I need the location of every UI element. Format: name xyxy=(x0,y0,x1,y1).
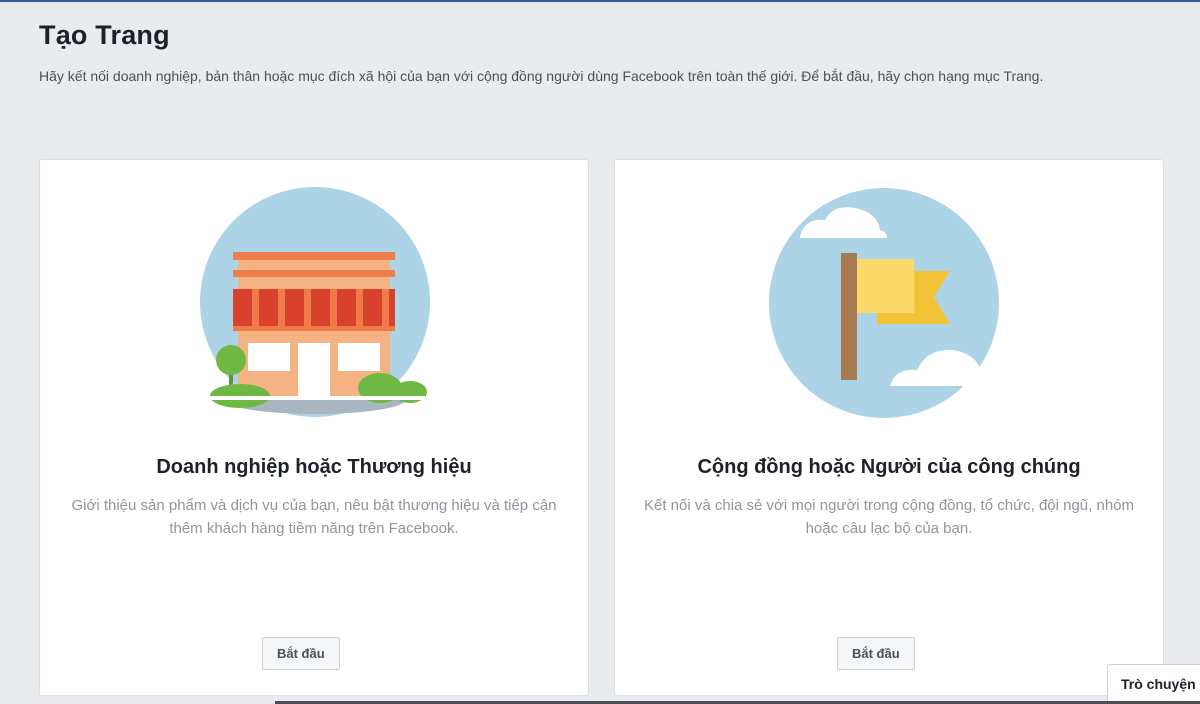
business-brand-card[interactable]: Doanh nghiệp hoặc Thương hiệu Giới thiệu… xyxy=(39,159,589,696)
page-title: Tạo Trang xyxy=(39,20,170,50)
card-title: Cộng đồng hoặc Người của công chúng xyxy=(697,456,1081,478)
flag-icon xyxy=(769,188,1011,418)
community-public-figure-card[interactable]: Cộng đồng hoặc Người của công chúng Kết … xyxy=(614,159,1164,696)
chat-tab-label: Trò chuyện xyxy=(1121,676,1196,692)
chat-tab[interactable]: Trò chuyện xyxy=(1107,664,1200,704)
community-start-button[interactable]: Bắt đầu xyxy=(837,637,915,670)
card-description: Kết nối và chia sẻ với mọi người trong c… xyxy=(643,497,1135,537)
top-accent-bar xyxy=(0,0,1200,2)
business-start-button[interactable]: Bắt đầu xyxy=(262,637,340,670)
card-description: Giới thiệu sản phẩm và dịch vụ của bạn, … xyxy=(71,497,557,537)
page-description: Hãy kết nối doanh nghiệp, bản thân hoặc … xyxy=(39,68,1044,84)
storefront-icon xyxy=(200,187,430,417)
card-title: Doanh nghiệp hoặc Thương hiệu xyxy=(156,456,472,478)
